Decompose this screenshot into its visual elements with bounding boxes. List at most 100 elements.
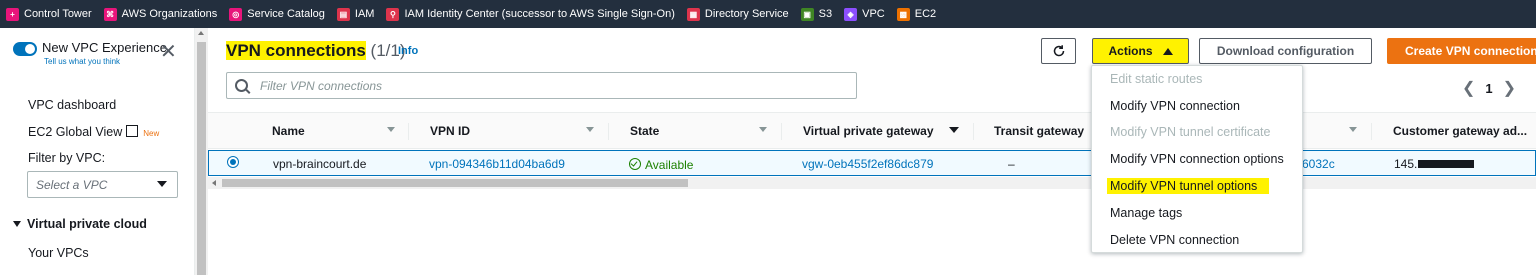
scroll-left-icon[interactable] [212,180,216,186]
row-radio-selected[interactable] [227,156,239,168]
favorite-organizations[interactable]: ⌘ AWS Organizations [103,7,218,21]
favorite-s3[interactable]: ▣ S3 [800,7,832,21]
column-virtual-private-gateway[interactable]: Virtual private gateway [803,124,934,138]
favorite-label: Control Tower [24,8,92,20]
sidebar-item-your-vpcs[interactable]: Your VPCs [28,246,89,260]
favorite-ec2[interactable]: ▩ EC2 [896,7,937,21]
column-name[interactable]: Name [272,124,305,138]
scrollbar-thumb[interactable] [197,42,206,275]
menu-item-modify-vpn-tunnel-options[interactable]: Modify VPN tunnel options [1107,178,1270,194]
column-divider[interactable] [608,123,609,140]
caret-down-icon [157,181,167,187]
expand-icon [13,221,21,227]
favorite-identity-center[interactable]: ⚲ IAM Identity Center (successor to AWS S… [386,7,675,21]
menu-item-edit-static-routes: Edit static routes [1110,72,1203,86]
ec2-icon: ▩ [896,7,910,21]
filter-input[interactable] [258,77,842,94]
control-tower-icon: + [6,7,19,21]
column-divider[interactable] [1371,123,1372,140]
column-state[interactable]: State [630,124,659,138]
section-label: Virtual private cloud [27,217,147,231]
chevron-left-icon[interactable]: ❮ [1462,78,1475,98]
column-customer-gateway-address[interactable]: Customer gateway ad... [1393,124,1527,138]
close-icon[interactable]: ✕ [160,42,177,62]
scroll-up-icon[interactable] [198,31,204,35]
menu-item-modify-vpn-connection-options[interactable]: Modify VPN connection options [1110,152,1284,166]
iam-icon: ▤ [336,7,350,21]
actions-button[interactable]: Actions [1092,38,1189,64]
column-divider[interactable] [408,123,409,140]
sort-active-icon[interactable] [949,127,959,133]
service-catalog-icon: ◎ [229,7,243,21]
favorite-label: EC2 [914,8,937,20]
favorite-label: IAM Identity Center (successor to AWS Si… [404,8,675,20]
cell-vpn-id[interactable]: vpn-094346b11d04ba6d9 [429,157,565,171]
filter-search [226,72,857,99]
refresh-button[interactable] [1041,38,1076,64]
column-vpn-id[interactable]: VPN ID [430,124,470,138]
vpc-select[interactable]: Select a VPC [27,171,178,198]
pagination: ❮ 1 ❯ [1452,78,1526,98]
table-row[interactable]: vpn-braincourt.de vpn-094346b11d04ba6d9 … [208,150,1536,176]
favorite-control-tower[interactable]: + Control Tower [6,7,92,21]
create-vpn-connection-button[interactable]: Create VPN connection [1387,38,1536,64]
new-vpc-experience-toggle[interactable] [13,42,37,56]
favorite-iam[interactable]: ▤ IAM [336,7,375,21]
sidebar-item-label: EC2 Global View [28,125,123,139]
page-number[interactable]: 1 [1485,81,1492,96]
page-title-text: VPN connections [226,41,366,60]
state-label: Available [645,158,694,172]
main-content: VPN connections (1/1) Info Actions Downl… [208,28,1536,275]
new-vpc-experience-label: New VPC Experience [42,40,167,55]
menu-item-delete-vpn-connection[interactable]: Delete VPN connection [1110,233,1239,247]
feedback-link[interactable]: Tell us what you think [44,57,120,66]
caret-up-icon [1162,47,1173,55]
sort-icon[interactable] [1349,127,1357,132]
favorite-service-catalog[interactable]: ◎ Service Catalog [229,7,325,21]
check-circle-icon [629,158,641,170]
cell-name: vpn-braincourt.de [273,157,367,171]
sidebar-item-ec2-global-view[interactable]: EC2 Global View New [28,124,159,139]
redacted-block [1418,160,1475,168]
menu-item-label-highlighted: Modify VPN tunnel options [1107,178,1270,194]
sidebar-scrollbar[interactable] [195,28,208,275]
favorite-label: Service Catalog [247,8,325,20]
sort-icon[interactable] [759,127,767,132]
favorite-directory-service[interactable]: ▦ Directory Service [686,7,789,21]
column-transit-gateway[interactable]: Transit gateway [994,124,1084,138]
vpc-icon: ◈ [844,7,858,21]
chevron-right-icon[interactable]: ❯ [1503,78,1516,98]
favorite-vpc[interactable]: ◈ VPC [844,7,885,21]
column-divider[interactable] [781,123,782,140]
cell-customer-gateway-address: 145. [1394,157,1475,171]
s3-icon: ▣ [800,7,814,21]
menu-item-manage-tags[interactable]: Manage tags [1110,206,1182,220]
cell-state: Available [629,157,693,172]
menu-item-modify-vpn-tunnel-certificate: Modify VPN tunnel certificate [1110,125,1271,139]
sidebar-item-vpc-dashboard[interactable]: VPC dashboard [28,98,116,112]
refresh-icon [1053,45,1064,57]
cell-customer-gateway-id[interactable]: 6032c [1302,157,1335,171]
scrollbar-thumb[interactable] [222,179,688,187]
directory-service-icon: ▦ [686,7,700,21]
sort-icon[interactable] [387,127,395,132]
vpc-select-placeholder: Select a VPC [36,177,108,192]
download-configuration-button[interactable]: Download configuration [1199,38,1372,64]
sort-icon[interactable] [586,127,594,132]
menu-item-modify-vpn-connection[interactable]: Modify VPN connection [1110,99,1240,113]
sidebar: New VPC Experience Tell us what you thin… [0,28,195,275]
section-virtual-private-cloud[interactable]: Virtual private cloud [13,217,147,231]
column-divider[interactable] [973,123,974,140]
favorite-label: IAM [354,8,375,20]
favorite-label: Directory Service [704,8,789,20]
address-prefix: 145. [1394,157,1418,171]
actions-menu: Edit static routes Modify VPN connection… [1091,65,1303,253]
table-horizontal-scrollbar[interactable] [208,177,1536,189]
cell-virtual-private-gateway[interactable]: vgw-0eb455f2ef86dc879 [802,157,933,171]
organizations-icon: ⌘ [103,7,117,21]
favorite-label: VPC [862,8,885,20]
favorite-label: AWS Organizations [121,8,218,20]
favorites-bar: + Control Tower ⌘ AWS Organizations ◎ Servi… [0,0,1536,28]
info-link[interactable]: Info [398,45,418,57]
identity-center-icon: ⚲ [386,7,400,21]
